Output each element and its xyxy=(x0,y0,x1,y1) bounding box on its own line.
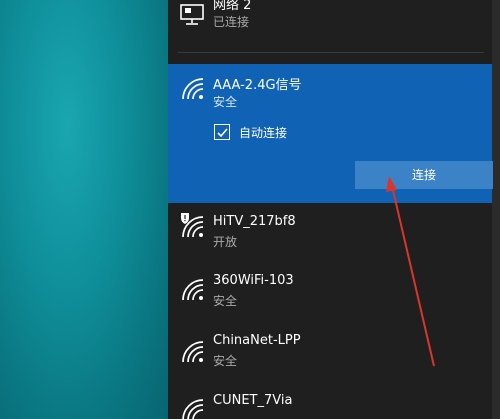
desktop-background xyxy=(0,0,168,419)
network-name: CUNET_7Via xyxy=(213,393,293,408)
network-name: 360WiFi-103 xyxy=(213,273,294,288)
network-name: ChinaNet-LPP xyxy=(213,333,301,348)
wired-network-icon xyxy=(180,4,204,25)
checkmark-icon xyxy=(216,127,228,137)
network-name: AAA-2.4G信号 xyxy=(213,78,302,93)
network-status: 安全 xyxy=(213,354,238,368)
wifi-warning-icon xyxy=(181,213,204,238)
network-name: HiTV_217bf8 xyxy=(213,214,296,229)
connect-button[interactable]: 连接 xyxy=(355,161,493,189)
network-status: 安全 xyxy=(213,294,238,308)
network-item-chinanet[interactable]: ChinaNet-LPP 安全 xyxy=(168,323,492,383)
auto-connect-label[interactable]: 自动连接 xyxy=(239,124,287,141)
network-item-network-2[interactable]: 网络 2 已连接 xyxy=(168,0,492,52)
flyout-scrollbar-track[interactable] xyxy=(492,0,500,419)
network-item-hitv[interactable]: HiTV_217bf8 开放 xyxy=(168,203,492,263)
wifi-icon xyxy=(182,279,204,301)
network-status: 安全 xyxy=(213,95,238,109)
network-status: 开放 xyxy=(213,235,238,249)
network-name: 网络 2 xyxy=(213,0,252,13)
wifi-icon xyxy=(182,78,204,100)
wifi-icon xyxy=(182,399,204,419)
network-status: 已连接 xyxy=(213,15,250,29)
network-item-cunet[interactable]: CUNET_7Via xyxy=(168,383,492,419)
wifi-icon xyxy=(182,341,204,363)
network-item-360wifi[interactable]: 360WiFi-103 安全 xyxy=(168,263,492,323)
divider xyxy=(178,52,484,53)
auto-connect-checkbox[interactable] xyxy=(214,124,230,140)
